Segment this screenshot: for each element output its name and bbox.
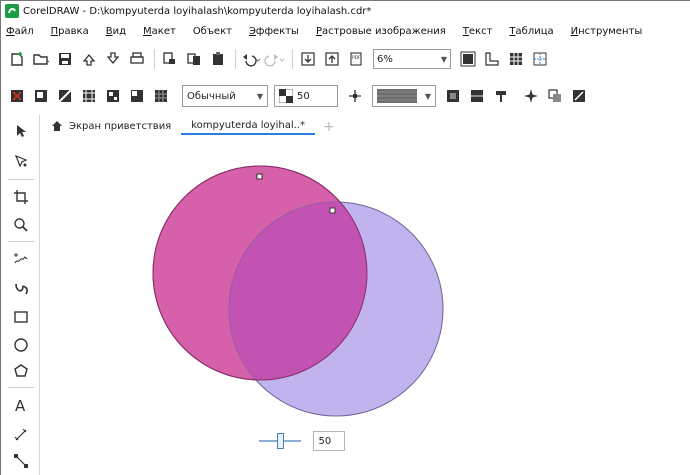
- checker-icon: [279, 89, 293, 103]
- drawing-canvas[interactable]: 50: [41, 136, 690, 475]
- fountain-transparency-icon[interactable]: [54, 85, 76, 107]
- chevron-down-icon: ▼: [256, 91, 263, 101]
- chevron-down-icon: ▼: [440, 54, 447, 64]
- zoom-level-combo[interactable]: 6% ▼: [373, 49, 451, 69]
- zoom-level-value: 6%: [377, 53, 393, 65]
- transparency-slider-widget: 50: [255, 430, 345, 452]
- text-tool-icon[interactable]: A: [9, 393, 33, 417]
- toolbox-separator: [8, 241, 34, 242]
- menu-edit[interactable]: Правка: [51, 26, 89, 37]
- transparency-slider-thumb[interactable]: [277, 433, 284, 449]
- bitmap-pattern-icon[interactable]: [102, 85, 124, 107]
- tab-label: Экран приветствия: [69, 120, 172, 132]
- canvas-artwork: [152, 165, 444, 417]
- toolbox: A: [2, 115, 40, 475]
- export-icon[interactable]: [102, 48, 124, 70]
- transparency-handle-start[interactable]: [256, 173, 263, 180]
- app-window: CorelDRAW - D:\kompyuterda loyihalash\ko…: [0, 0, 690, 475]
- rulers-icon[interactable]: [481, 48, 503, 70]
- menu-bar: Файл Правка Вид Макет Объект Эффекты Рас…: [2, 21, 690, 41]
- menu-file[interactable]: Файл: [6, 26, 34, 37]
- property-bar: Обычный ▼ 50 ▼: [2, 79, 690, 113]
- artistic-media-icon[interactable]: [9, 277, 33, 301]
- zoom-tool-icon[interactable]: [9, 213, 33, 237]
- shape-tool-icon[interactable]: [9, 149, 33, 173]
- menu-bitmaps[interactable]: Растровые изображения: [316, 26, 446, 37]
- full-screen-icon[interactable]: [457, 48, 479, 70]
- window-title: CorelDRAW - D:\kompyuterda loyihalash\ko…: [23, 5, 372, 17]
- home-icon: [52, 121, 62, 131]
- opacity-input[interactable]: 50: [274, 85, 338, 107]
- crop-tool-icon[interactable]: [9, 185, 33, 209]
- open-icon[interactable]: [30, 48, 52, 70]
- add-node-icon[interactable]: [344, 85, 366, 107]
- opacity-value: 50: [297, 90, 310, 102]
- svg-text:A: A: [15, 397, 26, 413]
- transparency-slider-track[interactable]: [259, 433, 301, 449]
- toolbar-separator: [292, 49, 293, 69]
- save-icon[interactable]: [54, 48, 76, 70]
- transparency-slider-value[interactable]: 50: [312, 431, 345, 451]
- import-arrow-icon[interactable]: [297, 48, 319, 70]
- uniform-transparency-icon[interactable]: [30, 85, 52, 107]
- menu-effects[interactable]: Эффекты: [249, 26, 299, 37]
- menu-object[interactable]: Объект: [193, 26, 232, 37]
- transparency-handle-end[interactable]: [329, 207, 336, 214]
- merge-mode-select[interactable]: Обычный ▼: [182, 85, 268, 107]
- two-color-pattern-icon[interactable]: [126, 85, 148, 107]
- menu-table[interactable]: Таблица: [509, 26, 553, 37]
- menu-view[interactable]: Вид: [106, 26, 126, 37]
- ellipse-tool-icon[interactable]: [9, 333, 33, 357]
- guidelines-icon[interactable]: [529, 48, 551, 70]
- texture-transparency-icon[interactable]: [150, 85, 172, 107]
- print-icon[interactable]: [126, 48, 148, 70]
- edit-transparency-icon[interactable]: [568, 85, 590, 107]
- pick-tool-icon[interactable]: [9, 119, 33, 143]
- title-bar: CorelDRAW - D:\kompyuterda loyihalash\ko…: [2, 2, 690, 20]
- pattern-transparency-back-icon[interactable]: [466, 85, 488, 107]
- gray-pattern-swatch-icon: [377, 89, 417, 103]
- toolbox-separator: [8, 387, 34, 388]
- transparency-target-icon[interactable]: [520, 85, 542, 107]
- pdf-icon[interactable]: PDF: [345, 48, 367, 70]
- svg-text:PDF: PDF: [352, 55, 361, 61]
- import-icon[interactable]: [78, 48, 100, 70]
- menu-tools[interactable]: Инструменты: [571, 26, 643, 37]
- new-document-icon[interactable]: [6, 48, 28, 70]
- menu-layout[interactable]: Макет: [143, 26, 176, 37]
- merge-mode-value: Обычный: [187, 90, 236, 102]
- toolbox-separator: [8, 179, 34, 180]
- tab-welcome-screen[interactable]: Экран приветствия: [41, 117, 181, 135]
- chevron-down-icon: ▼: [424, 91, 431, 101]
- vector-pattern-icon[interactable]: [78, 85, 100, 107]
- transparency-pattern-select[interactable]: ▼: [372, 85, 436, 107]
- coreldraw-logo-icon: [5, 4, 19, 18]
- freehand-tool-icon[interactable]: [9, 247, 33, 271]
- document-tabs: Экран приветствия kompyuterda loyihal..*…: [41, 115, 690, 135]
- tab-label: kompyuterda loyihal..*: [191, 119, 305, 131]
- paste-icon[interactable]: [207, 48, 229, 70]
- redo-icon[interactable]: [264, 48, 286, 70]
- copy-icon[interactable]: [183, 48, 205, 70]
- connector-tool-icon[interactable]: [9, 449, 33, 473]
- rectangle-tool-icon[interactable]: [9, 305, 33, 329]
- no-transparency-icon[interactable]: [6, 85, 28, 107]
- parallel-dimension-icon[interactable]: [9, 423, 33, 447]
- tab-document[interactable]: kompyuterda loyihal..*: [181, 117, 315, 135]
- undo-icon[interactable]: [240, 48, 262, 70]
- freeze-transparency-icon[interactable]: [490, 85, 512, 107]
- pattern-transparency-front-icon[interactable]: [442, 85, 464, 107]
- toolbar-separator: [235, 49, 236, 69]
- copy-transparency-icon[interactable]: [544, 85, 566, 107]
- polygon-tool-icon[interactable]: [9, 359, 33, 383]
- menu-text[interactable]: Текст: [463, 26, 493, 37]
- standard-toolbar: PDF 6% ▼: [2, 44, 690, 74]
- toolbar-separator: [154, 49, 155, 69]
- cut-icon[interactable]: [159, 48, 181, 70]
- grid-icon[interactable]: [505, 48, 527, 70]
- add-tab-icon[interactable]: +: [315, 119, 343, 135]
- export-arrow-icon[interactable]: [321, 48, 343, 70]
